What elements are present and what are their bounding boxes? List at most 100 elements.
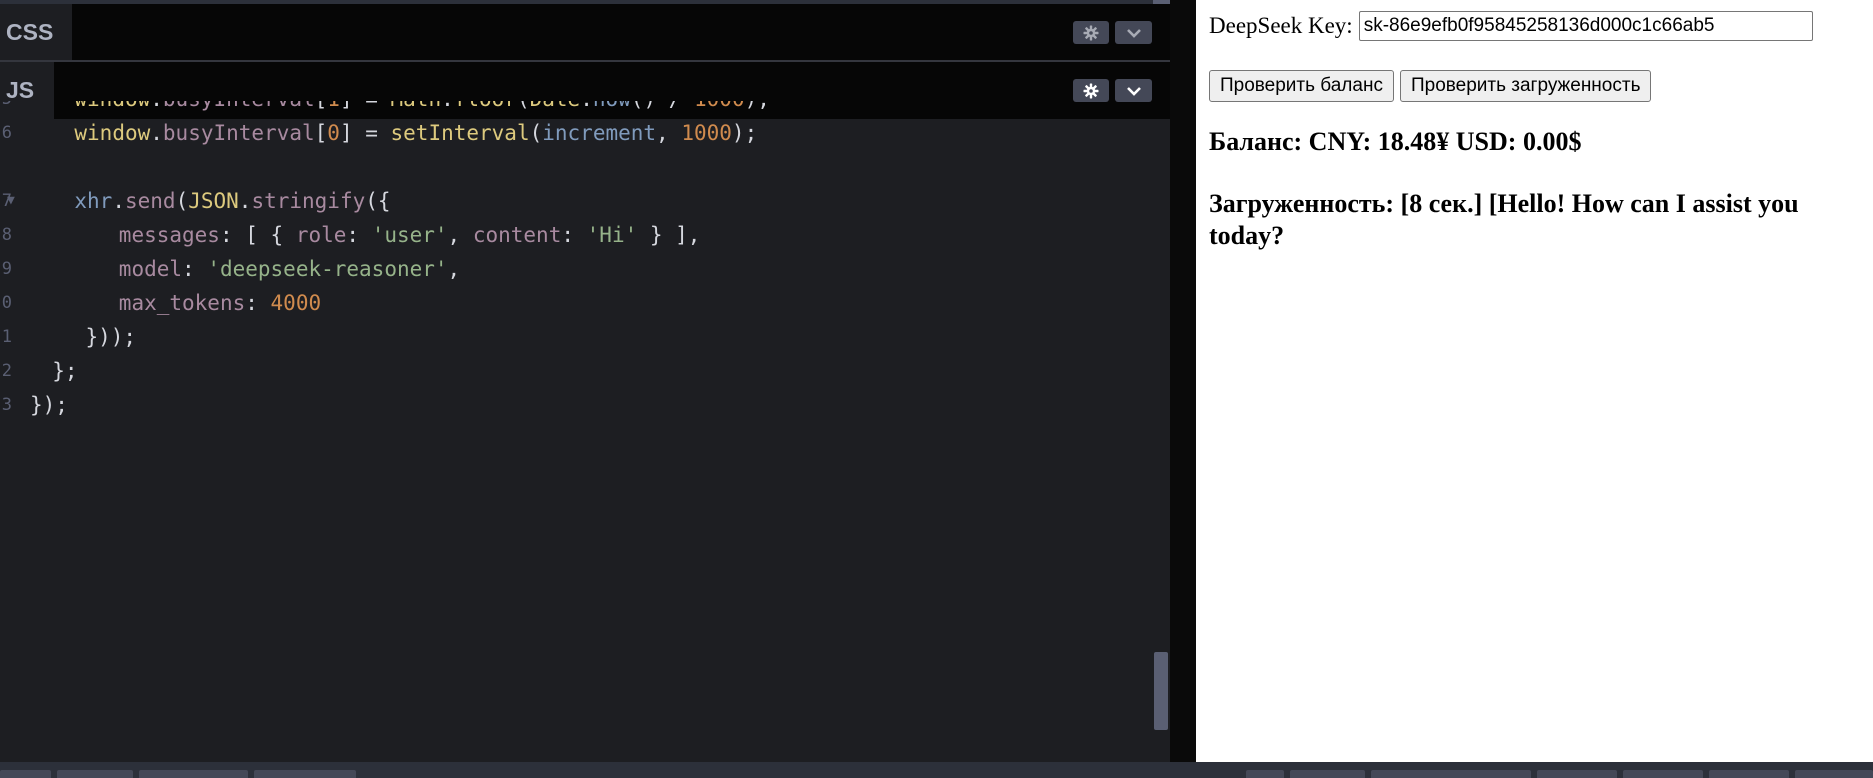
css-settings-button[interactable] [1073,21,1109,44]
js-collapse-button[interactable] [1115,79,1152,102]
code-line: 6 window.busyInterval[0] = setInterval(in… [0,116,1160,150]
code-token: })); [85,325,137,349]
code-token: ] = [340,101,391,111]
code-text: messages: [ { role: 'user', content: 'Hi… [119,218,701,252]
code-token: send [124,189,176,213]
bottom-toolbar [0,762,1873,778]
code-token: [ [315,101,328,111]
bottom-bar-button[interactable] [0,770,51,778]
code-token: role [295,223,347,247]
code-editor: CSS JS 5window.busyInterval[1] = Math.fl… [0,0,1170,762]
code-token: : [245,291,271,315]
js-code-area[interactable]: 5 window.busyInterval[1] = Math.floor(Dat… [0,101,1160,762]
key-label: DeepSeek Key: [1209,13,1353,38]
code-token: , [447,223,473,247]
code-line: 1})); [0,320,1160,354]
code-token: max_tokens [118,291,246,315]
code-line: 3}); [0,388,1160,422]
bottom-bar-button[interactable] [139,770,248,778]
code-text: window.busyInterval[1] = Math.floor(Date… [74,101,770,116]
code-token: 1000 [681,121,732,145]
code-token: window [74,101,150,111]
code-token: content [472,223,562,247]
code-text: model: 'deepseek-reasoner', [119,252,460,286]
bottom-bar-button[interactable] [254,770,356,778]
code-token: ); [745,101,770,111]
code-token: stringify [251,189,366,213]
code-token: 'user' [371,223,448,247]
code-text: window.busyInterval[0] = setInterval(inc… [74,116,757,150]
line-number: 1 [1,327,12,347]
load-heading: Загруженность: [8 сек.] [Hello! How can … [1209,189,1799,250]
action-buttons: Проверить баланс Проверить загруженность [1209,70,1657,102]
chevron-down-icon [1126,86,1141,96]
code-token: setInterval [390,121,530,145]
line-number: 6 [1,123,12,143]
panel-resize-divider[interactable] [1170,0,1196,762]
gear-icon [1083,25,1099,40]
code-token: . [112,189,125,213]
line-number: 9 [1,259,12,279]
code-token: : [ { [219,223,296,247]
line-number: 3 [1,395,12,415]
check-load-button[interactable]: Проверить загруженность [1399,70,1652,102]
code-line: 9 model: 'deepseek-reasoner', [0,252,1160,286]
code-token: }); [30,393,68,417]
code-token: : [346,223,372,247]
preview-pane: DeepSeek Key: Проверить баланс Проверить… [1196,0,1873,762]
code-token: . [441,101,454,111]
code-line: 5 window.busyInterval[1] = Math.floor(Dat… [0,101,1160,116]
bottom-bar-button[interactable] [1709,770,1789,778]
gear-icon [1083,83,1099,98]
code-token: messages [118,223,220,247]
code-token: Math [391,101,442,111]
code-token: JSON [188,189,239,213]
bottom-bar-button[interactable] [1623,770,1703,778]
line-number: 8 [1,225,12,245]
code-token: 'deepseek-reasoner' [207,257,448,281]
code-token: 'Hi' [586,223,638,247]
css-collapse-button[interactable] [1115,21,1152,44]
code-line: 8 messages: [ { role: 'user', content: 'H… [0,218,1160,252]
bottom-bar-button[interactable] [1795,770,1873,778]
check-balance-button[interactable]: Проверить баланс [1209,70,1394,102]
chevron-down-icon [1126,28,1141,38]
code-text: }); [30,388,68,422]
code-token: : [561,223,587,247]
code-token: 0 [327,121,340,145]
deepseek-key-input[interactable] [1358,11,1813,41]
code-token: xhr [74,189,113,213]
bottom-bar-button[interactable] [57,770,133,778]
css-panel-header[interactable]: CSS [0,4,1170,62]
code-token: 1 [327,101,340,111]
code-token: busyInterval [163,101,315,111]
code-token: 1000 [694,101,745,111]
line-number: 5 [0,101,12,116]
code-token: . [150,121,163,145]
code-token: ( [175,189,189,213]
bottom-bar-button[interactable] [1290,770,1365,778]
editor-scrollbar-thumb[interactable] [1154,652,1168,730]
code-token: ); [731,121,758,145]
code-token: . [150,101,163,111]
js-settings-button[interactable] [1073,79,1109,102]
bottom-bar-button[interactable] [1537,770,1617,778]
line-number: 2 [1,361,12,381]
code-token: model [118,257,183,281]
code-token: , [656,121,682,145]
code-token: ( [517,101,530,111]
code-token: : [182,257,208,281]
code-token: ({ [365,189,391,213]
bottom-bar-button[interactable] [1371,770,1531,778]
code-token: }; [52,359,78,383]
code-text: })); [86,320,137,354]
fold-arrow-icon[interactable]: ▼ [7,184,15,218]
code-token: , [447,257,461,281]
key-row: DeepSeek Key: [1209,11,1813,41]
bottom-bar-button[interactable] [1246,770,1284,778]
code-text: xhr.send(JSON.stringify({ [74,184,390,218]
code-token: ] = [339,121,391,145]
code-line: 2}; [0,354,1160,388]
code-token: [ [314,121,328,145]
